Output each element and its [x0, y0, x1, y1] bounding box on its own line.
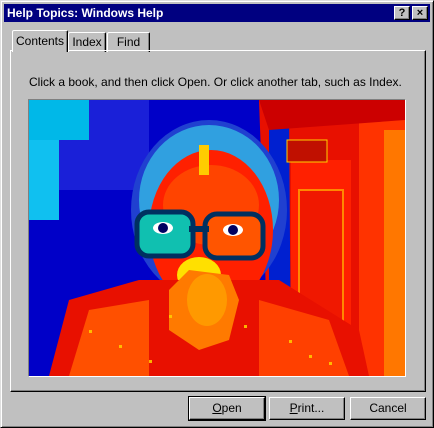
open-mnemonic: O — [212, 401, 222, 415]
tab-index-label: Index — [72, 35, 102, 49]
close-button[interactable]: × — [412, 6, 428, 20]
print-label: rint... — [297, 401, 325, 415]
help-topics-window: Help Topics: Windows Help ? × Contents I… — [0, 0, 434, 428]
title-bar[interactable]: Help Topics: Windows Help ? × — [4, 4, 430, 22]
cancel-button[interactable]: Cancel — [350, 397, 426, 420]
contents-panel: Click a book, and then click Open. Or cl… — [10, 50, 426, 392]
contents-image — [28, 99, 406, 377]
print-mnemonic: P — [289, 401, 298, 415]
window-title: Help Topics: Windows Help — [7, 6, 164, 20]
open-button[interactable]: Open — [188, 396, 266, 421]
open-label: pen — [221, 401, 242, 415]
tab-contents-label: Contents — [15, 34, 65, 48]
help-button[interactable]: ? — [394, 6, 410, 20]
thermal-photo — [29, 100, 405, 376]
tab-index[interactable]: Index — [68, 32, 106, 52]
tab-contents[interactable]: Contents — [12, 30, 68, 52]
print-button[interactable]: Print... — [269, 397, 345, 420]
instruction-text: Click a book, and then click Open. Or cl… — [29, 75, 402, 89]
tab-find-label: Find — [116, 35, 141, 49]
tab-find[interactable]: Find — [107, 32, 150, 52]
